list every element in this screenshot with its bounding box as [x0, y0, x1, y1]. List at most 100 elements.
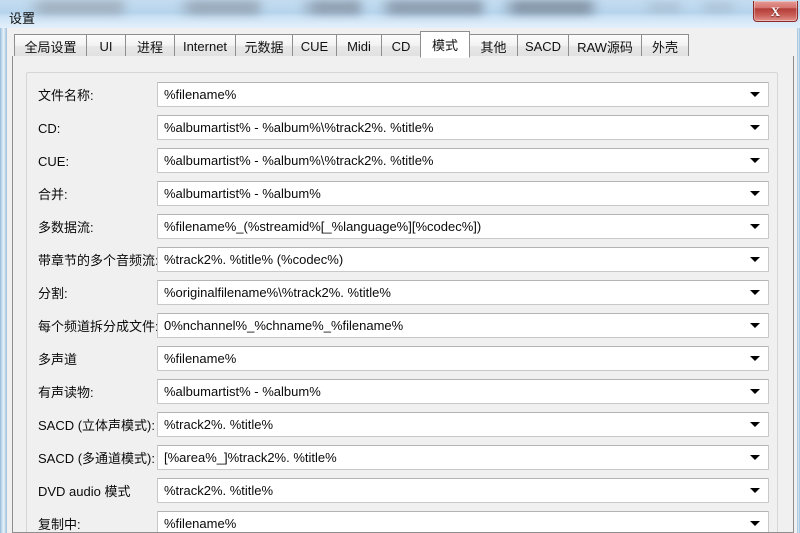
- tab-content-pane: 文件名称: %filename% CD: %albumartist% - %album…: [12, 56, 794, 533]
- chevron-down-icon[interactable]: [750, 422, 760, 427]
- setting-row: 多数据流: %filename%_(%streamid%[_%language%]…: [27, 211, 779, 244]
- pattern-value: %track2%. %title%: [164, 483, 274, 498]
- pattern-combobox[interactable]: %filename%: [157, 82, 769, 107]
- tab-label: 模式: [431, 38, 458, 53]
- pattern-combobox[interactable]: %albumartist% - %album%\%track2%. %title…: [157, 148, 769, 173]
- naming-scheme-group: 文件名称: %filename% CD: %albumartist% - %album…: [26, 72, 779, 532]
- setting-row: 文件名称: %filename%: [27, 79, 779, 112]
- tab-11[interactable]: SACD: [517, 34, 569, 57]
- setting-label: CUE:: [38, 154, 70, 169]
- pattern-value: %albumartist% - %album%\%track2%. %title…: [164, 153, 434, 168]
- chevron-down-icon[interactable]: [750, 356, 760, 361]
- tab-label: 外壳: [651, 39, 678, 55]
- tab-label: Internet: [182, 38, 228, 54]
- chevron-down-icon[interactable]: [750, 521, 760, 526]
- setting-label: 有声读物:: [38, 385, 94, 400]
- pattern-combobox[interactable]: %filename%: [157, 511, 769, 532]
- tab-13[interactable]: 外壳: [641, 34, 689, 57]
- setting-label: SACD (多通道模式):: [38, 451, 156, 466]
- tab-1[interactable]: 全局设置: [14, 34, 87, 57]
- pattern-combobox[interactable]: %track2%. %title%: [157, 412, 769, 437]
- setting-label: 每个频道拆分成文件:: [38, 319, 159, 334]
- chevron-down-icon[interactable]: [750, 290, 760, 295]
- setting-label: 多声道: [38, 352, 78, 367]
- tab-bar: 全局设置 UI 进程 Internet 元数据 CUE Midi CD 模式 其他 SACD RAW源…: [12, 31, 794, 59]
- tab-label: UI: [99, 38, 113, 54]
- close-button[interactable]: X: [753, 1, 798, 22]
- setting-label: 复制中:: [38, 517, 81, 532]
- pattern-combobox[interactable]: %track2%. %title%: [157, 478, 769, 503]
- pattern-value: %albumartist% - %album%: [164, 186, 321, 201]
- setting-row: SACD (立体声模式): %track2%. %title%: [27, 409, 779, 442]
- close-icon: X: [770, 3, 781, 19]
- setting-label: 带章节的多个音频流:: [38, 253, 159, 268]
- client-area: 全局设置 UI 进程 Internet 元数据 CUE Midi CD 模式 其他 SACD RAW源…: [7, 28, 797, 533]
- tab-8[interactable]: CD: [381, 34, 421, 57]
- tab-label: SACD: [524, 38, 562, 54]
- setting-label: DVD audio 模式: [38, 484, 131, 499]
- pattern-combobox[interactable]: %filename%: [157, 346, 769, 371]
- pattern-value: %filename%: [164, 87, 237, 102]
- tab-label: Midi: [347, 38, 371, 54]
- pattern-combobox[interactable]: %albumartist% - %album%: [157, 379, 769, 404]
- chevron-down-icon[interactable]: [750, 455, 760, 460]
- tab-12[interactable]: RAW源码: [568, 34, 642, 57]
- setting-row: CUE: %albumartist% - %album%\%track2%. %t…: [27, 145, 779, 178]
- tab-10[interactable]: 其他: [469, 34, 518, 57]
- pattern-value: [%area%_]%track2%. %title%: [164, 450, 337, 465]
- pattern-value: %filename%: [164, 351, 237, 366]
- window-edge-left: [0, 28, 7, 533]
- setting-row: 合并: %albumartist% - %album%: [27, 178, 779, 211]
- setting-label: CD:: [38, 121, 61, 136]
- chevron-down-icon[interactable]: [750, 257, 760, 262]
- pattern-combobox[interactable]: %track2%. %title% (%codec%): [157, 247, 769, 272]
- setting-row: 分割: %originalfilename%\%track2%. %title%: [27, 277, 779, 310]
- setting-row: SACD (多通道模式): [%area%_]%track2%. %title%: [27, 442, 779, 475]
- tab-label: 其他: [480, 39, 507, 55]
- chevron-down-icon[interactable]: [750, 191, 760, 196]
- tab-5[interactable]: 元数据: [235, 34, 293, 57]
- pattern-value: %filename%: [164, 516, 237, 531]
- tab-3[interactable]: 进程: [125, 34, 175, 57]
- pattern-combobox[interactable]: [%area%_]%track2%. %title%: [157, 445, 769, 470]
- settings-window: 设置 X 全局设置 UI 进程 Internet 元数据 CUE Midi CD 模式 其他 SAC…: [0, 0, 800, 533]
- pattern-combobox[interactable]: %filename%_(%streamid%[_%language%][%cod…: [157, 214, 769, 239]
- tab-label: RAW源码: [577, 39, 633, 55]
- setting-row: 每个频道拆分成文件: 0%nchannel%_%chname%_%filename…: [27, 310, 779, 343]
- pattern-value: %albumartist% - %album%: [164, 384, 321, 399]
- setting-row: 有声读物: %albumartist% - %album%: [27, 376, 779, 409]
- pattern-value: 0%nchannel%_%chname%_%filename%: [164, 318, 404, 333]
- pattern-value: %filename%_(%streamid%[_%language%][%cod…: [164, 219, 482, 234]
- chevron-down-icon[interactable]: [750, 125, 760, 130]
- tab-9[interactable]: 模式: [420, 31, 470, 58]
- chevron-down-icon[interactable]: [750, 323, 760, 328]
- chevron-down-icon[interactable]: [750, 224, 760, 229]
- setting-row: 复制中: %filename%: [27, 508, 779, 532]
- setting-label: 文件名称:: [38, 88, 94, 103]
- chevron-down-icon[interactable]: [750, 389, 760, 394]
- pattern-value: %albumartist% - %album%\%track2%. %title…: [164, 120, 434, 135]
- title-bar[interactable]: 设置 X: [0, 0, 800, 28]
- redacted-title-text-secondary: [640, 1, 750, 14]
- pattern-value: %track2%. %title%: [164, 417, 274, 432]
- chevron-down-icon[interactable]: [750, 92, 760, 97]
- window-title: 设置: [9, 11, 36, 26]
- tab-label: 元数据: [244, 39, 284, 55]
- tab-label: CUE: [300, 38, 329, 54]
- tab-label: 进程: [136, 39, 163, 55]
- tab-4[interactable]: Internet: [174, 34, 236, 57]
- setting-label: 分割:: [38, 286, 68, 301]
- pattern-value: %originalfilename%\%track2%. %title%: [164, 285, 391, 300]
- chevron-down-icon[interactable]: [750, 488, 760, 493]
- tab-label: 全局设置: [24, 39, 77, 55]
- tab-7[interactable]: Midi: [336, 34, 382, 57]
- chevron-down-icon[interactable]: [750, 158, 760, 163]
- pattern-value: %track2%. %title% (%codec%): [164, 252, 344, 267]
- tab-label: CD: [391, 38, 411, 54]
- pattern-combobox[interactable]: %albumartist% - %album%: [157, 181, 769, 206]
- tab-6[interactable]: CUE: [292, 34, 337, 57]
- pattern-combobox[interactable]: 0%nchannel%_%chname%_%filename%: [157, 313, 769, 338]
- tab-2[interactable]: UI: [86, 34, 126, 57]
- pattern-combobox[interactable]: %albumartist% - %album%\%track2%. %title…: [157, 115, 769, 140]
- pattern-combobox[interactable]: %originalfilename%\%track2%. %title%: [157, 280, 769, 305]
